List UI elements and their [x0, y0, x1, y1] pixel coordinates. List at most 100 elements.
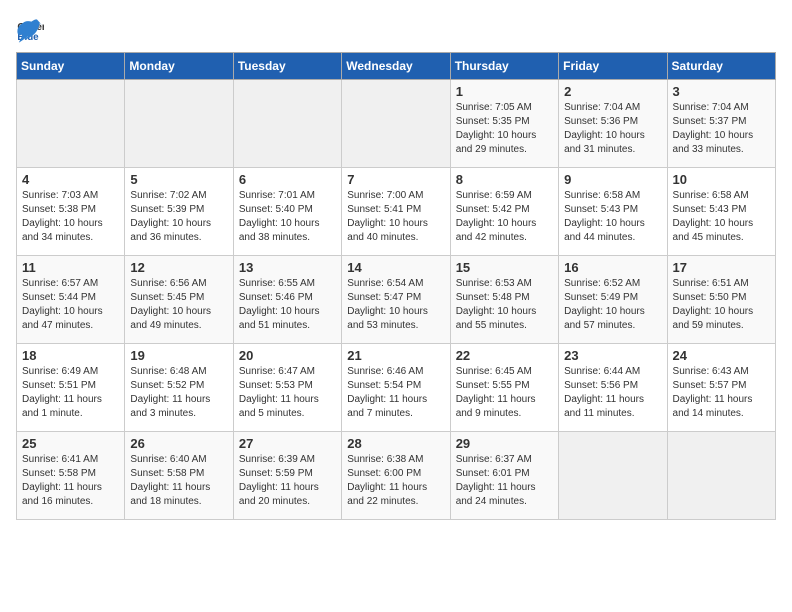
day-number: 1	[456, 84, 553, 99]
day-number: 29	[456, 436, 553, 451]
calendar-cell: 27Sunrise: 6:39 AMSunset: 5:59 PMDayligh…	[233, 432, 341, 520]
calendar-cell: 10 Sunrise: 6:58 AMSunset: 5:43 PMDayligh…	[667, 168, 775, 256]
logo-icon: General Blue	[16, 16, 44, 44]
day-number: 21	[347, 348, 444, 363]
calendar-cell: 19 Sunrise: 6:48 AMSunset: 5:52 PMDayligh…	[125, 344, 233, 432]
calendar-cell: 25 Sunrise: 6:41 AMSunset: 5:58 PMDayligh…	[17, 432, 125, 520]
calendar-cell: 15 Sunrise: 6:53 AMSunset: 5:48 PMDayligh…	[450, 256, 558, 344]
day-info: Sunrise: 6:52 AMSunset: 5:49 PMDaylight:…	[564, 277, 661, 333]
calendar-cell: 29 Sunrise: 6:37 AMSunset: 6:01 PMDayligh…	[450, 432, 558, 520]
day-number: 17	[673, 260, 770, 275]
day-number: 9	[564, 172, 661, 187]
weekday-header-friday: Friday	[559, 53, 667, 80]
day-number: 12	[130, 260, 227, 275]
calendar-cell: 24Sunrise: 6:43 AMSunset: 5:57 PMDayligh…	[667, 344, 775, 432]
day-info: Sunrise: 7:05 AMSunset: 5:35 PMDaylight:…	[456, 101, 553, 157]
day-number: 28	[347, 436, 444, 451]
day-number: 13	[239, 260, 336, 275]
day-info: Sunrise: 7:04 AMSunset: 5:36 PMDaylight:…	[564, 101, 661, 157]
logo: General Blue	[16, 16, 44, 44]
day-number: 25	[22, 436, 119, 451]
day-number: 19	[130, 348, 227, 363]
calendar-cell: 20Sunrise: 6:47 AMSunset: 5:53 PMDayligh…	[233, 344, 341, 432]
weekday-header-wednesday: Wednesday	[342, 53, 450, 80]
day-info: Sunrise: 6:59 AMSunset: 5:42 PMDaylight:…	[456, 189, 553, 245]
calendar-cell: 12 Sunrise: 6:56 AMSunset: 5:45 PMDayligh…	[125, 256, 233, 344]
calendar-cell: 26Sunrise: 6:40 AMSunset: 5:58 PMDayligh…	[125, 432, 233, 520]
day-info: Sunrise: 6:38 AMSunset: 6:00 PMDaylight:…	[347, 453, 444, 509]
day-info: Sunrise: 6:55 AMSunset: 5:46 PMDaylight:…	[239, 277, 336, 333]
day-info: Sunrise: 6:56 AMSunset: 5:45 PMDaylight:…	[130, 277, 227, 333]
day-number: 18	[22, 348, 119, 363]
day-number: 3	[673, 84, 770, 99]
day-info: Sunrise: 6:37 AMSunset: 6:01 PMDaylight:…	[456, 453, 553, 509]
day-info: Sunrise: 6:58 AMSunset: 5:43 PMDaylight:…	[673, 189, 770, 245]
weekday-header-thursday: Thursday	[450, 53, 558, 80]
calendar-cell: 14 Sunrise: 6:54 AMSunset: 5:47 PMDayligh…	[342, 256, 450, 344]
day-info: Sunrise: 6:53 AMSunset: 5:48 PMDaylight:…	[456, 277, 553, 333]
day-number: 27	[239, 436, 336, 451]
calendar-cell	[17, 80, 125, 168]
week-row-2: 4Sunrise: 7:03 AMSunset: 5:38 PMDaylight…	[17, 168, 776, 256]
day-info: Sunrise: 6:44 AMSunset: 5:56 PMDaylight:…	[564, 365, 661, 421]
day-info: Sunrise: 6:48 AMSunset: 5:52 PMDaylight:…	[130, 365, 227, 421]
calendar-cell	[233, 80, 341, 168]
day-number: 22	[456, 348, 553, 363]
day-info: Sunrise: 6:40 AMSunset: 5:58 PMDaylight:…	[130, 453, 227, 509]
week-row-3: 11 Sunrise: 6:57 AMSunset: 5:44 PMDayligh…	[17, 256, 776, 344]
day-info: Sunrise: 7:04 AMSunset: 5:37 PMDaylight:…	[673, 101, 770, 157]
day-number: 4	[22, 172, 119, 187]
day-number: 14	[347, 260, 444, 275]
day-info: Sunrise: 7:00 AMSunset: 5:41 PMDaylight:…	[347, 189, 444, 245]
day-info: Sunrise: 6:49 AMSunset: 5:51 PMDaylight:…	[22, 365, 119, 421]
calendar-cell: 17 Sunrise: 6:51 AMSunset: 5:50 PMDayligh…	[667, 256, 775, 344]
day-number: 10	[673, 172, 770, 187]
weekday-header-row: SundayMondayTuesdayWednesdayThursdayFrid…	[17, 53, 776, 80]
calendar-cell	[125, 80, 233, 168]
calendar-cell: 18 Sunrise: 6:49 AMSunset: 5:51 PMDayligh…	[17, 344, 125, 432]
day-number: 2	[564, 84, 661, 99]
day-info: Sunrise: 6:45 AMSunset: 5:55 PMDaylight:…	[456, 365, 553, 421]
calendar-cell: 1 Sunrise: 7:05 AMSunset: 5:35 PMDaylight…	[450, 80, 558, 168]
day-info: Sunrise: 6:58 AMSunset: 5:43 PMDaylight:…	[564, 189, 661, 245]
calendar-cell: 23 Sunrise: 6:44 AMSunset: 5:56 PMDayligh…	[559, 344, 667, 432]
day-info: Sunrise: 6:47 AMSunset: 5:53 PMDaylight:…	[239, 365, 336, 421]
weekday-header-sunday: Sunday	[17, 53, 125, 80]
week-row-5: 25 Sunrise: 6:41 AMSunset: 5:58 PMDayligh…	[17, 432, 776, 520]
calendar-cell: 7 Sunrise: 7:00 AMSunset: 5:41 PMDaylight…	[342, 168, 450, 256]
day-number: 23	[564, 348, 661, 363]
day-number: 15	[456, 260, 553, 275]
calendar-cell: 9 Sunrise: 6:58 AMSunset: 5:43 PMDaylight…	[559, 168, 667, 256]
day-info: Sunrise: 6:54 AMSunset: 5:47 PMDaylight:…	[347, 277, 444, 333]
day-info: Sunrise: 7:01 AMSunset: 5:40 PMDaylight:…	[239, 189, 336, 245]
calendar-cell	[342, 80, 450, 168]
day-info: Sunrise: 6:57 AMSunset: 5:44 PMDaylight:…	[22, 277, 119, 333]
day-info: Sunrise: 6:51 AMSunset: 5:50 PMDaylight:…	[673, 277, 770, 333]
calendar-cell: 21 Sunrise: 6:46 AMSunset: 5:54 PMDayligh…	[342, 344, 450, 432]
calendar-cell	[559, 432, 667, 520]
calendar-cell	[667, 432, 775, 520]
day-number: 7	[347, 172, 444, 187]
day-number: 5	[130, 172, 227, 187]
weekday-header-saturday: Saturday	[667, 53, 775, 80]
calendar-cell: 28 Sunrise: 6:38 AMSunset: 6:00 PMDayligh…	[342, 432, 450, 520]
calendar-cell: 8 Sunrise: 6:59 AMSunset: 5:42 PMDaylight…	[450, 168, 558, 256]
calendar-cell: 13 Sunrise: 6:55 AMSunset: 5:46 PMDayligh…	[233, 256, 341, 344]
day-info: Sunrise: 6:41 AMSunset: 5:58 PMDaylight:…	[22, 453, 119, 509]
calendar-table: SundayMondayTuesdayWednesdayThursdayFrid…	[16, 52, 776, 520]
day-info: Sunrise: 6:43 AMSunset: 5:57 PMDaylight:…	[673, 365, 770, 421]
calendar-cell: 4Sunrise: 7:03 AMSunset: 5:38 PMDaylight…	[17, 168, 125, 256]
calendar-cell: 6Sunrise: 7:01 AMSunset: 5:40 PMDaylight…	[233, 168, 341, 256]
week-row-1: 1 Sunrise: 7:05 AMSunset: 5:35 PMDaylight…	[17, 80, 776, 168]
day-info: Sunrise: 7:02 AMSunset: 5:39 PMDaylight:…	[130, 189, 227, 245]
day-info: Sunrise: 6:46 AMSunset: 5:54 PMDaylight:…	[347, 365, 444, 421]
calendar-cell: 11 Sunrise: 6:57 AMSunset: 5:44 PMDayligh…	[17, 256, 125, 344]
weekday-header-monday: Monday	[125, 53, 233, 80]
calendar-cell: 5 Sunrise: 7:02 AMSunset: 5:39 PMDaylight…	[125, 168, 233, 256]
day-number: 8	[456, 172, 553, 187]
day-number: 16	[564, 260, 661, 275]
calendar-cell: 16 Sunrise: 6:52 AMSunset: 5:49 PMDayligh…	[559, 256, 667, 344]
calendar-cell: 3 Sunrise: 7:04 AMSunset: 5:37 PMDaylight…	[667, 80, 775, 168]
calendar-cell: 22 Sunrise: 6:45 AMSunset: 5:55 PMDayligh…	[450, 344, 558, 432]
day-number: 11	[22, 260, 119, 275]
